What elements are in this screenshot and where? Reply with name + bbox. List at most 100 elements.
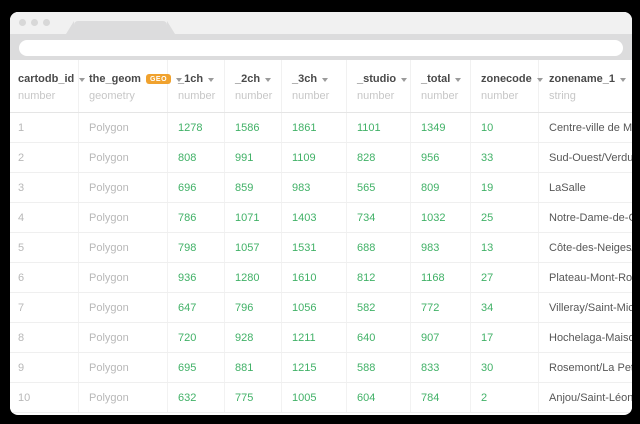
cell-_2ch[interactable]: 1586 bbox=[225, 113, 282, 142]
cell-_2ch[interactable]: 1071 bbox=[225, 203, 282, 232]
cell-zonecode[interactable]: 34 bbox=[471, 293, 539, 322]
cell-_studio[interactable]: 582 bbox=[347, 293, 411, 322]
cell-_studio[interactable]: 640 bbox=[347, 323, 411, 352]
cell-zonecode[interactable]: 27 bbox=[471, 263, 539, 292]
cell-the_geom[interactable]: Polygon bbox=[79, 293, 168, 322]
cell-_studio[interactable]: 604 bbox=[347, 383, 411, 412]
cell-zonecode[interactable]: 17 bbox=[471, 323, 539, 352]
cell-_3ch[interactable]: 1109 bbox=[282, 143, 347, 172]
cell-_1ch[interactable]: 720 bbox=[168, 323, 225, 352]
cell-_2ch[interactable]: 1057 bbox=[225, 233, 282, 262]
cell-_3ch[interactable]: 1211 bbox=[282, 323, 347, 352]
cell-zonename_1[interactable]: Plateau-Mont-Royal bbox=[539, 263, 632, 292]
cell-_2ch[interactable]: 859 bbox=[225, 173, 282, 202]
cell-_total[interactable]: 1032 bbox=[411, 203, 471, 232]
cell-_2ch[interactable]: 991 bbox=[225, 143, 282, 172]
cell-zonename_1[interactable]: Centre-ville de Mont bbox=[539, 113, 632, 142]
cell-_total[interactable]: 809 bbox=[411, 173, 471, 202]
browser-tab[interactable] bbox=[66, 21, 175, 34]
cell-zonename_1[interactable]: Villeray/Saint-Miche bbox=[539, 293, 632, 322]
cell-_1ch[interactable]: 1278 bbox=[168, 113, 225, 142]
cell-the_geom[interactable]: Polygon bbox=[79, 173, 168, 202]
cell-zonecode[interactable]: 10 bbox=[471, 113, 539, 142]
cell-_1ch[interactable]: 632 bbox=[168, 383, 225, 412]
cell-_total[interactable]: 1349 bbox=[411, 113, 471, 142]
cell-cartodb_id[interactable]: 5 bbox=[10, 233, 79, 262]
cell-the_geom[interactable]: Polygon bbox=[79, 143, 168, 172]
window-close-button[interactable] bbox=[19, 19, 26, 26]
cell-_3ch[interactable]: 1610 bbox=[282, 263, 347, 292]
cell-zonename_1[interactable]: Anjou/Saint-Léonar bbox=[539, 383, 632, 412]
cell-the_geom[interactable]: Polygon bbox=[79, 263, 168, 292]
column-header-the_geom[interactable]: the_geom GEO geometry bbox=[79, 60, 183, 112]
cell-zonecode[interactable]: 13 bbox=[471, 233, 539, 262]
cell-_1ch[interactable]: 786 bbox=[168, 203, 225, 232]
cell-_3ch[interactable]: 1531 bbox=[282, 233, 347, 262]
cell-_1ch[interactable]: 936 bbox=[168, 263, 225, 292]
cell-_1ch[interactable]: 647 bbox=[168, 293, 225, 322]
cell-_studio[interactable]: 1101 bbox=[347, 113, 411, 142]
cell-cartodb_id[interactable]: 3 bbox=[10, 173, 79, 202]
cell-cartodb_id[interactable]: 8 bbox=[10, 323, 79, 352]
cell-_total[interactable]: 956 bbox=[411, 143, 471, 172]
cell-cartodb_id[interactable]: 7 bbox=[10, 293, 79, 322]
cell-_total[interactable]: 983 bbox=[411, 233, 471, 262]
column-header-_1ch[interactable]: _1ch number bbox=[168, 60, 225, 112]
cell-zonecode[interactable]: 30 bbox=[471, 353, 539, 382]
column-header-_total[interactable]: _total number bbox=[411, 60, 471, 112]
address-input[interactable] bbox=[19, 40, 623, 56]
column-header-zonename_1[interactable]: zonename_1 string bbox=[539, 60, 632, 112]
cell-the_geom[interactable]: Polygon bbox=[79, 203, 168, 232]
cell-_3ch[interactable]: 1005 bbox=[282, 383, 347, 412]
cell-_2ch[interactable]: 775 bbox=[225, 383, 282, 412]
cell-_total[interactable]: 772 bbox=[411, 293, 471, 322]
cell-_total[interactable]: 784 bbox=[411, 383, 471, 412]
cell-the_geom[interactable]: Polygon bbox=[79, 323, 168, 352]
window-maximize-button[interactable] bbox=[43, 19, 50, 26]
cell-cartodb_id[interactable]: 1 bbox=[10, 113, 79, 142]
cell-cartodb_id[interactable]: 9 bbox=[10, 353, 79, 382]
cell-zonename_1[interactable]: Notre-Dame-de-Grâc bbox=[539, 203, 632, 232]
cell-zonecode[interactable]: 19 bbox=[471, 173, 539, 202]
cell-cartodb_id[interactable]: 10 bbox=[10, 383, 79, 412]
cell-zonename_1[interactable]: Rosemont/La Petite bbox=[539, 353, 632, 382]
cell-_3ch[interactable]: 1861 bbox=[282, 113, 347, 142]
cell-_studio[interactable]: 812 bbox=[347, 263, 411, 292]
cell-_1ch[interactable]: 696 bbox=[168, 173, 225, 202]
cell-_studio[interactable]: 688 bbox=[347, 233, 411, 262]
cell-_total[interactable]: 833 bbox=[411, 353, 471, 382]
cell-the_geom[interactable]: Polygon bbox=[79, 353, 168, 382]
cell-_2ch[interactable]: 1280 bbox=[225, 263, 282, 292]
cell-_studio[interactable]: 734 bbox=[347, 203, 411, 232]
cell-zonecode[interactable]: 25 bbox=[471, 203, 539, 232]
window-minimize-button[interactable] bbox=[31, 19, 38, 26]
cell-_3ch[interactable]: 983 bbox=[282, 173, 347, 202]
cell-zonename_1[interactable]: Hochelaga-Maisonne bbox=[539, 323, 632, 352]
cell-cartodb_id[interactable]: 4 bbox=[10, 203, 79, 232]
cell-the_geom[interactable]: Polygon bbox=[79, 113, 168, 142]
cell-zonename_1[interactable]: Sud-Ouest/Verdun bbox=[539, 143, 632, 172]
cell-the_geom[interactable]: Polygon bbox=[79, 233, 168, 262]
cell-zonecode[interactable]: 2 bbox=[471, 383, 539, 412]
column-header-cartodb_id[interactable]: cartodb_id number bbox=[10, 60, 86, 112]
cell-_total[interactable]: 1168 bbox=[411, 263, 471, 292]
cell-_1ch[interactable]: 695 bbox=[168, 353, 225, 382]
cell-zonename_1[interactable]: LaSalle bbox=[539, 173, 632, 202]
column-header-zonecode[interactable]: zonecode number bbox=[471, 60, 543, 112]
cell-_studio[interactable]: 588 bbox=[347, 353, 411, 382]
cell-_1ch[interactable]: 798 bbox=[168, 233, 225, 262]
cell-cartodb_id[interactable]: 6 bbox=[10, 263, 79, 292]
cell-_3ch[interactable]: 1056 bbox=[282, 293, 347, 322]
cell-_2ch[interactable]: 881 bbox=[225, 353, 282, 382]
cell-zonecode[interactable]: 33 bbox=[471, 143, 539, 172]
cell-zonename_1[interactable]: Côte-des-Neiges/Mo bbox=[539, 233, 632, 262]
column-header-_2ch[interactable]: _2ch number bbox=[225, 60, 282, 112]
cell-_3ch[interactable]: 1403 bbox=[282, 203, 347, 232]
cell-_total[interactable]: 907 bbox=[411, 323, 471, 352]
column-header-_3ch[interactable]: _3ch number bbox=[282, 60, 347, 112]
cell-_1ch[interactable]: 808 bbox=[168, 143, 225, 172]
cell-_2ch[interactable]: 928 bbox=[225, 323, 282, 352]
cell-_2ch[interactable]: 796 bbox=[225, 293, 282, 322]
cell-_studio[interactable]: 565 bbox=[347, 173, 411, 202]
cell-_3ch[interactable]: 1215 bbox=[282, 353, 347, 382]
